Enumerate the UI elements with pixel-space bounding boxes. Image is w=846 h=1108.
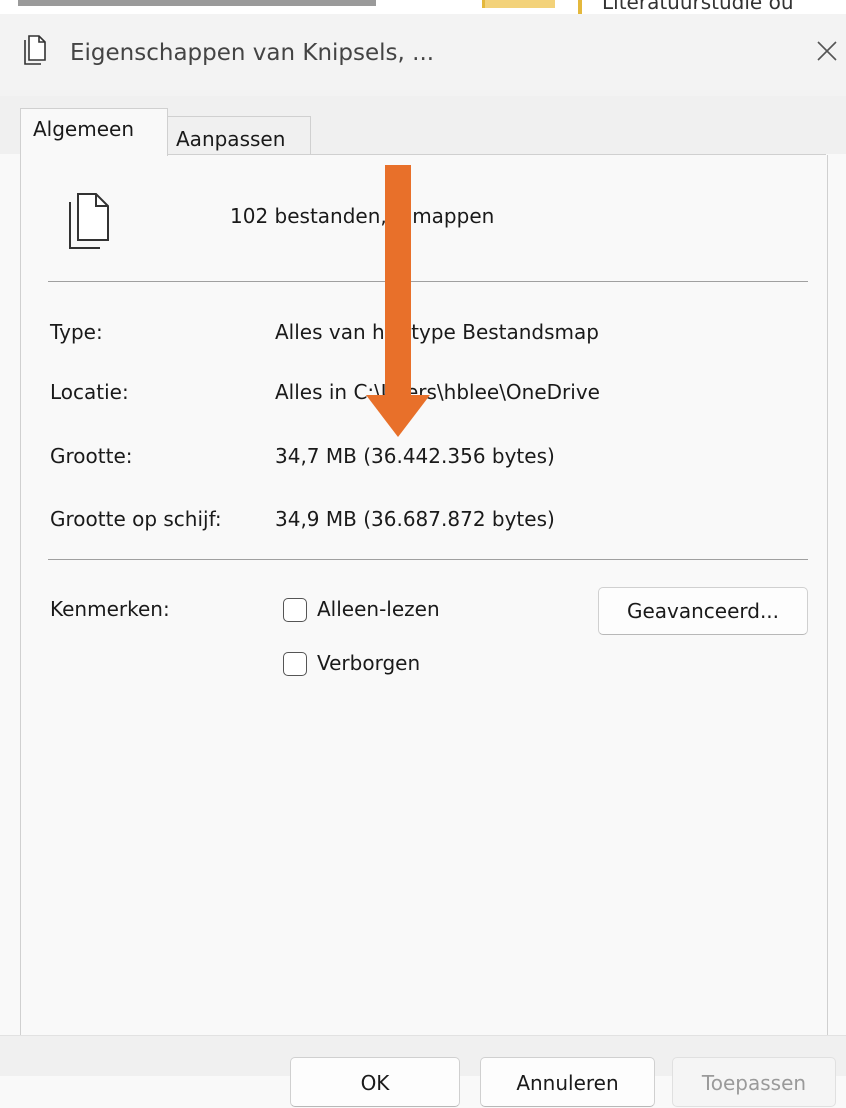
tab-algemeen[interactable]: Algemeen [20,108,168,156]
apply-button[interactable]: Toepassen [672,1057,836,1107]
background-toolbar [18,0,376,6]
hidden-checkbox[interactable] [283,652,307,676]
read-only-label[interactable]: Alleen-lezen [317,597,440,621]
attributes-label: Kenmerken: [50,597,170,621]
item-count-summary: 102 bestanden, 4 mappen [230,204,495,228]
background-window-fragment: Literatuurstudie ou [0,0,846,14]
files-icon [24,35,46,65]
background-folder-icon [482,0,555,8]
size-label: Grootte: [50,444,133,468]
background-text: Literatuurstudie ou [602,0,794,14]
hidden-label[interactable]: Verborgen [317,651,420,675]
divider [48,559,808,560]
location-label: Locatie: [50,380,129,404]
cancel-button[interactable]: Annuleren [480,1057,655,1107]
title-bar: Eigenschappen van Knipsels, ... [0,14,846,96]
size-on-disk-value: 34,9 MB (36.687.872 bytes) [275,507,555,531]
window-title: Eigenschappen van Knipsels, ... [70,40,435,66]
background-marker [578,0,582,14]
multiple-files-icon [69,193,109,249]
close-icon[interactable] [812,36,842,66]
ok-button[interactable]: OK [290,1057,460,1107]
tab-aanpassen[interactable]: Aanpassen [168,116,311,154]
advanced-button[interactable]: Geavanceerd... [598,587,808,635]
down-arrow-annotation [366,165,430,437]
location-value: Alles in C:\Users\hblee\OneDrive [275,380,600,404]
size-on-disk-label: Grootte op schijf: [50,507,222,531]
size-value: 34,7 MB (36.442.356 bytes) [275,444,555,468]
type-label: Type: [50,320,103,344]
type-value: Alles van het type Bestandsmap [275,320,599,344]
read-only-checkbox[interactable] [283,598,307,622]
